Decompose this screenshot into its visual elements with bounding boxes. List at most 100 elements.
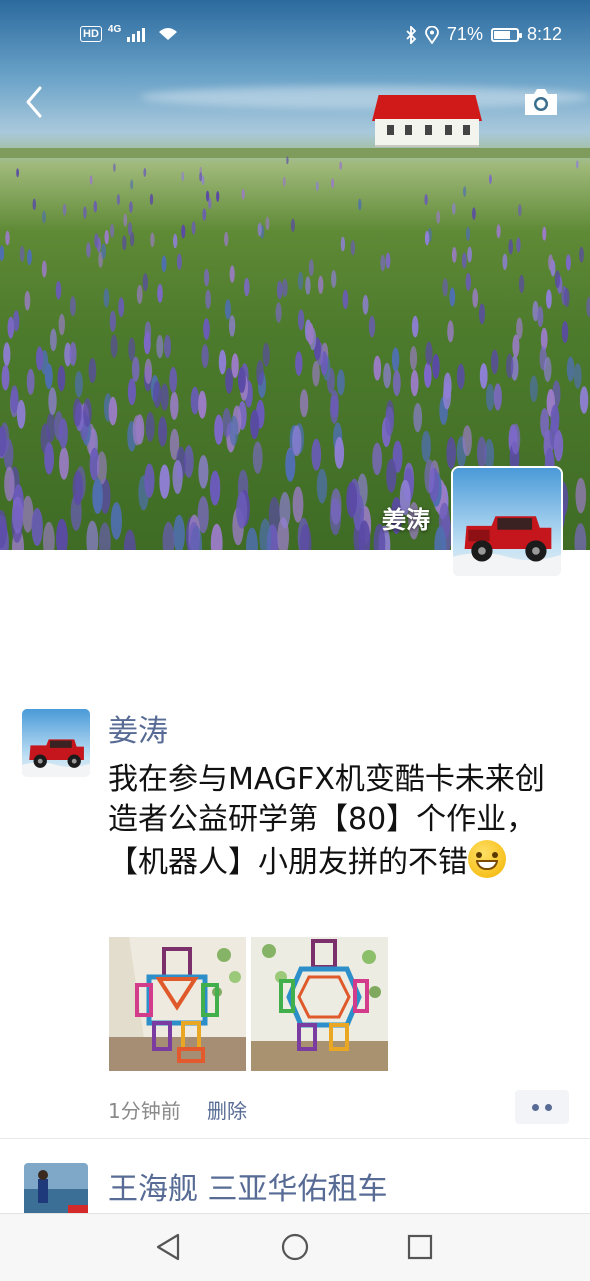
signal-icon xyxy=(127,28,146,42)
lupine-flower xyxy=(159,464,170,499)
lupine-flower xyxy=(153,380,162,408)
lupine-flower xyxy=(176,253,182,270)
lupine-flower xyxy=(409,346,418,371)
lupine-flower xyxy=(346,481,358,518)
lupine-flower xyxy=(205,289,212,309)
lupine-flower xyxy=(203,318,210,340)
lupine-flower xyxy=(413,403,423,433)
lupine-flower xyxy=(311,438,322,471)
lupine-flower xyxy=(32,198,36,211)
lupine-flower xyxy=(463,186,467,197)
post-author-name[interactable]: 姜涛 xyxy=(108,712,168,752)
next-post-author-name[interactable]: 王海舰 三亚华佑租车 xyxy=(108,1164,388,1208)
lupine-flower xyxy=(467,246,472,263)
profile-name[interactable]: 姜涛 xyxy=(382,500,430,535)
lupine-flower xyxy=(86,520,99,550)
lupine-flower xyxy=(276,280,283,300)
lupine-flower xyxy=(164,334,171,359)
lupine-flower xyxy=(129,201,133,214)
lupine-flower xyxy=(383,362,391,389)
lupine-flower xyxy=(518,274,525,294)
lupine-flower xyxy=(110,223,115,238)
lupine-flower xyxy=(290,218,295,232)
lupine-flower xyxy=(432,353,440,379)
lupine-flower xyxy=(563,288,570,308)
next-post-avatar[interactable] xyxy=(24,1163,88,1213)
lupine-flower xyxy=(201,175,205,185)
nav-recents-button[interactable] xyxy=(403,1230,437,1264)
lupine-flower xyxy=(537,306,544,327)
back-button[interactable] xyxy=(20,82,50,122)
lupine-flower xyxy=(566,356,575,382)
profile-avatar[interactable] xyxy=(451,466,563,578)
lupine-flower xyxy=(7,316,15,339)
person-lake-avatar-image xyxy=(24,1163,88,1213)
post-photo-1[interactable] xyxy=(109,937,246,1071)
lupine-flower xyxy=(103,288,110,308)
lupine-flower xyxy=(229,265,235,283)
lupine-flower xyxy=(236,491,248,529)
lupine-flower xyxy=(123,213,128,227)
lupine-flower xyxy=(362,294,369,315)
lupine-flower xyxy=(74,371,83,398)
lupine-flower xyxy=(573,363,582,389)
lupine-flower xyxy=(12,496,24,534)
lupine-flower xyxy=(50,328,57,352)
lupine-flower xyxy=(169,366,178,393)
lupine-flower xyxy=(58,418,68,449)
lupine-flower xyxy=(292,425,302,457)
lupine-flower xyxy=(339,161,343,170)
lupine-flower xyxy=(55,281,62,300)
battery-percent: 71% xyxy=(446,24,483,44)
nav-home-button[interactable] xyxy=(278,1230,312,1264)
lupine-flower xyxy=(214,414,224,445)
lupine-flower xyxy=(565,254,571,271)
lupine-flower xyxy=(285,448,296,482)
lupine-flower xyxy=(109,310,117,332)
lupine-flower xyxy=(292,486,304,523)
lupine-flower xyxy=(575,477,587,514)
lupine-flower xyxy=(340,236,346,252)
lupine-flower xyxy=(116,194,121,206)
lupine-flower xyxy=(286,156,289,165)
lupine-flower xyxy=(229,415,239,446)
lupine-flower xyxy=(391,347,400,372)
nav-back-button[interactable] xyxy=(152,1230,186,1264)
lupine-flower xyxy=(424,230,430,246)
clock: 8:12 xyxy=(526,24,562,44)
lupine-flower xyxy=(546,289,552,309)
lupine-flower xyxy=(436,210,441,224)
lupine-flower xyxy=(26,368,35,395)
lupine-flower xyxy=(131,356,140,382)
magnetic-robot-photo xyxy=(251,937,388,1071)
post-photo-2[interactable] xyxy=(251,937,388,1071)
lupine-flower xyxy=(486,383,495,411)
lupine-flower xyxy=(554,270,561,289)
lupine-flower xyxy=(358,198,362,211)
lupine-flower xyxy=(145,412,155,442)
camera-button[interactable] xyxy=(522,86,560,118)
lupine-flower xyxy=(342,289,349,310)
lupine-flower xyxy=(198,390,207,419)
lupine-flower xyxy=(262,342,270,367)
lupine-flower xyxy=(502,253,508,270)
lupine-flower xyxy=(550,404,560,434)
chevron-left-icon xyxy=(26,86,42,118)
more-button[interactable] xyxy=(515,1090,569,1124)
lupine-flower xyxy=(158,416,168,447)
delete-link[interactable]: 删除 xyxy=(207,1095,247,1124)
post-author-avatar[interactable] xyxy=(22,709,90,777)
lupine-flower xyxy=(224,231,229,247)
lupine-flower xyxy=(331,178,335,189)
lupine-flower xyxy=(516,317,523,340)
lupine-flower xyxy=(58,313,65,336)
lupine-flower xyxy=(579,246,584,263)
post-divider xyxy=(0,1138,590,1139)
lupine-flower xyxy=(479,363,488,389)
lupine-flower xyxy=(201,344,209,369)
lupine-flower xyxy=(108,396,118,426)
lupine-flower xyxy=(16,168,19,178)
lupine-flower xyxy=(48,387,57,416)
lupine-flower xyxy=(92,478,103,514)
lupine-flower xyxy=(118,297,125,318)
